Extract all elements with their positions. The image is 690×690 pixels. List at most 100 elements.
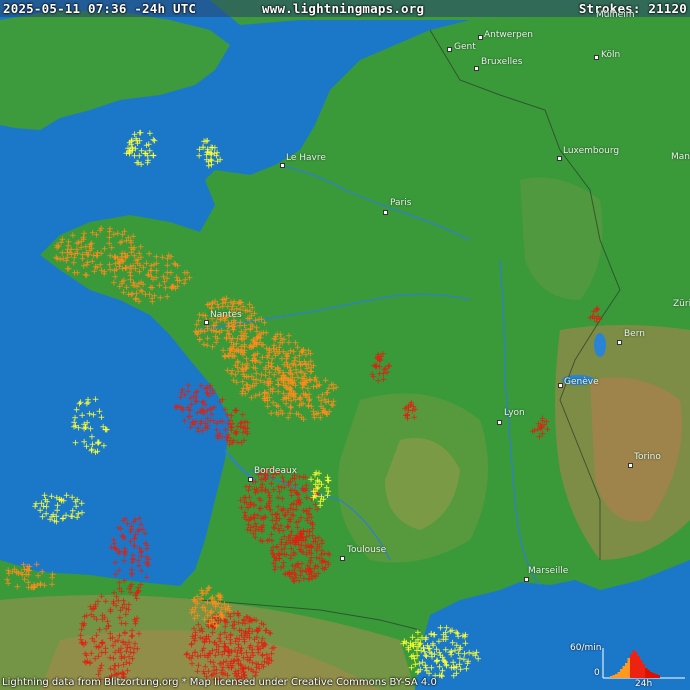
lightning-strike-marker: +	[147, 262, 155, 272]
lightning-strike-marker: +	[436, 671, 444, 681]
lightning-strike-marker: +	[84, 396, 92, 406]
lightning-strike-marker: +	[324, 476, 332, 486]
legend-bar	[625, 663, 628, 678]
lightning-strike-marker: +	[178, 405, 186, 415]
lightning-strike-marker: +	[48, 492, 56, 502]
lightning-strike-marker: +	[239, 411, 247, 421]
lightning-strike-marker: +	[305, 510, 313, 520]
lightning-strike-marker: +	[203, 151, 211, 161]
lightning-strike-marker: +	[100, 441, 108, 451]
city-label-mulheim: Mülheim	[596, 10, 634, 20]
legend-period-label: 24h	[635, 679, 652, 689]
lightning-strike-marker: +	[97, 224, 105, 234]
legend-bar	[630, 654, 633, 678]
legend-bar	[617, 672, 620, 678]
lightning-strike-marker: +	[126, 147, 134, 157]
lightning-strike-marker: +	[113, 265, 121, 275]
lightning-strike-marker: +	[325, 561, 333, 571]
lightning-strike-marker: +	[92, 448, 100, 458]
city-label-luxembourg: Luxembourg	[563, 146, 619, 156]
lightning-strike-marker: +	[323, 410, 331, 420]
legend-bar	[615, 674, 618, 678]
lightning-strike-marker: +	[210, 662, 218, 672]
lightning-strike-marker: +	[314, 476, 322, 486]
lightning-strike-marker: +	[32, 500, 40, 510]
lightning-strike-marker: +	[142, 539, 150, 549]
lightning-strike-marker: +	[270, 486, 278, 496]
lightning-strike-marker: +	[122, 610, 130, 620]
lightning-strike-marker: +	[469, 649, 477, 659]
lightning-strike-marker: +	[246, 624, 254, 634]
lightning-strike-marker: +	[225, 602, 233, 612]
lightning-map: + + + + + + + + + + + + + + + + + + + + + + + + + + + + + + + + + + + + + + + +…	[0, 0, 690, 690]
lightning-strike-marker: +	[130, 644, 138, 654]
lightning-strike-marker: +	[187, 423, 195, 433]
city-label-gent: Gent	[454, 42, 476, 52]
lightning-strike-marker: +	[292, 531, 300, 541]
legend-bar	[620, 669, 623, 678]
city-label-toulouse: Toulouse	[347, 545, 386, 555]
lightning-strike-marker: +	[174, 282, 182, 292]
lightning-strike-marker: +	[71, 268, 79, 278]
city-marker-torino	[628, 463, 633, 468]
legend-bar	[637, 656, 640, 678]
lightning-strike-marker: +	[204, 611, 212, 621]
lightning-strike-marker: +	[86, 409, 94, 419]
lightning-strike-marker: +	[133, 289, 141, 299]
lightning-strike-marker: +	[80, 621, 88, 631]
lightning-strike-marker: +	[130, 542, 138, 552]
lightning-strike-marker: +	[380, 369, 388, 379]
lightning-strike-marker: +	[426, 648, 434, 658]
lightning-strike-marker: +	[82, 639, 90, 649]
lightning-strike-marker: +	[120, 597, 128, 607]
city-label-bruxelles: Bruxelles	[481, 57, 522, 67]
lightning-strike-marker: +	[410, 413, 418, 423]
lightning-strike-marker: +	[115, 579, 123, 589]
lightning-strike-marker: +	[228, 664, 236, 674]
city-marker-lyon	[497, 420, 502, 425]
lightning-strike-marker: +	[123, 283, 131, 293]
lightning-strike-marker: +	[110, 230, 118, 240]
lightning-strike-marker: +	[194, 330, 202, 340]
lightning-strike-marker: +	[252, 316, 260, 326]
lightning-strike-marker: +	[286, 518, 294, 528]
lightning-strike-marker: +	[111, 648, 119, 658]
lightning-strike-marker: +	[83, 261, 91, 271]
lightning-strike-marker: +	[92, 395, 100, 405]
lightning-strike-marker: +	[299, 486, 307, 496]
lightning-strike-marker: +	[534, 425, 542, 435]
lightning-strike-marker: +	[297, 368, 305, 378]
lightning-strike-marker: +	[203, 341, 211, 351]
lightning-strike-marker: +	[240, 349, 248, 359]
lightning-strike-marker: +	[77, 398, 85, 408]
lightning-strike-marker: +	[240, 615, 248, 625]
legend-bar	[610, 676, 613, 678]
city-label-antwerpen: Antwerpen	[484, 30, 533, 40]
site-link[interactable]: www.lightningmaps.org	[262, 1, 424, 16]
lightning-strike-marker: +	[297, 498, 305, 508]
lightning-strike-marker: +	[195, 424, 203, 434]
lightning-strike-marker: +	[372, 362, 380, 372]
legend-bar	[642, 664, 645, 678]
lightning-strike-marker: +	[115, 662, 123, 672]
lightning-strike-marker: +	[38, 568, 46, 578]
lightning-strike-marker: +	[131, 615, 139, 625]
lightning-strike-marker: +	[87, 611, 95, 621]
lightning-strike-marker: +	[281, 544, 289, 554]
lightning-strike-marker: +	[119, 230, 127, 240]
lightning-strike-marker: +	[203, 389, 211, 399]
city-marker-paris	[383, 210, 388, 215]
lightning-strike-marker: +	[59, 514, 67, 524]
lightning-strike-marker: +	[250, 354, 258, 364]
lightning-strike-marker: +	[227, 632, 235, 642]
lightning-strike-marker: +	[140, 263, 148, 273]
lightning-strike-marker: +	[98, 638, 106, 648]
legend-zero-label: 0	[594, 668, 600, 678]
lightning-strike-marker: +	[267, 409, 275, 419]
city-marker-antwerpen	[478, 35, 483, 40]
lightning-strike-marker: +	[246, 300, 254, 310]
legend-bar	[635, 652, 638, 678]
lightning-strike-marker: +	[310, 361, 318, 371]
lightning-strike-marker: +	[137, 242, 145, 252]
lightning-strike-marker: +	[280, 562, 288, 572]
